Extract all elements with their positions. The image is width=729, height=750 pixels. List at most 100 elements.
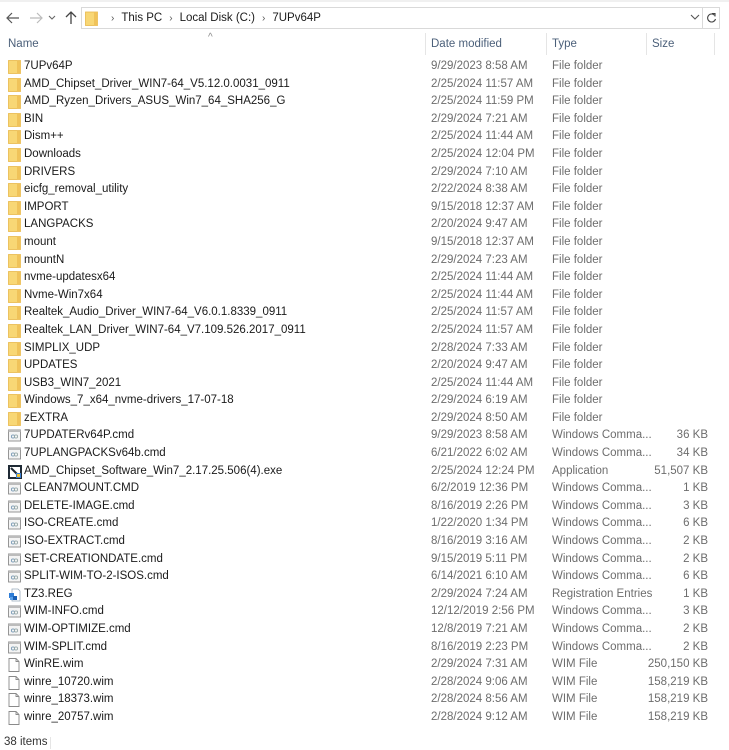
file-row[interactable]: CLEAN7MOUNT.CMD 6/2/2019 12:36 PM Windows …: [0, 480, 729, 498]
file-type: Windows Comma...: [552, 535, 652, 548]
breadcrumb-this-pc[interactable]: This PC: [121, 12, 162, 24]
folder-row[interactable]: Realtek_Audio_Driver_WIN7-64_V6.0.1.8339…: [0, 304, 729, 322]
refresh-icon: [706, 12, 716, 23]
folder-row[interactable]: mount 9/15/2018 12:37 AM File folder: [0, 234, 729, 252]
generic-file-icon: [8, 658, 21, 673]
back-button[interactable]: [4, 8, 22, 28]
folder-row[interactable]: UPDATES 2/20/2024 9:47 AM File folder: [0, 357, 729, 375]
folder-row[interactable]: AMD_Chipset_Driver_WIN7-64_V5.12.0.0031_…: [0, 76, 729, 94]
file-row[interactable]: winre_10720.wim 2/28/2024 9:06 AM WIM File…: [0, 674, 729, 692]
forward-button[interactable]: [27, 8, 45, 28]
folder-row[interactable]: SIMPLIX_UDP 2/28/2024 7:33 AM File folder: [0, 340, 729, 358]
folder-row[interactable]: LANGPACKS 2/20/2024 9:47 AM File folder: [0, 216, 729, 234]
file-row[interactable]: DELETE-IMAGE.cmd 8/16/2019 2:26 PM Windows…: [0, 498, 729, 516]
file-date-modified: 2/25/2024 11:44 AM: [431, 376, 534, 389]
file-date-modified: 8/16/2019 3:16 AM: [431, 535, 528, 548]
folder-row[interactable]: BIN 2/29/2024 7:21 AM File folder: [0, 111, 729, 129]
file-name: zEXTRA: [24, 411, 69, 424]
column-divider[interactable]: [425, 33, 426, 55]
registry-file-icon: [8, 588, 21, 602]
file-type: File folder: [552, 288, 603, 301]
file-size: 36 KB: [676, 429, 708, 442]
file-type: Application: [552, 464, 609, 477]
file-name: Realtek_LAN_Driver_WIN7-64_V7.109.526.20…: [24, 323, 306, 336]
file-type: Windows Comma...: [552, 605, 652, 618]
arrow-up-icon: [65, 11, 77, 24]
file-type: Windows Comma...: [552, 482, 652, 495]
file-row[interactable]: WIM-INFO.cmd 12/12/2019 2:56 PM Windows Co…: [0, 603, 729, 621]
column-divider[interactable]: [714, 33, 715, 55]
column-size[interactable]: Size: [652, 38, 674, 50]
folder-row[interactable]: 7UPv64P 9/29/2023 8:58 AM File folder: [0, 58, 729, 76]
file-name: 7UPDATERv64P.cmd: [24, 429, 135, 442]
folder-row[interactable]: zEXTRA 2/29/2024 8:50 AM File folder: [0, 410, 729, 428]
file-date-modified: 9/15/2019 5:11 PM: [431, 552, 528, 565]
folder-row[interactable]: Downloads 2/25/2024 12:04 PM File folder: [0, 146, 729, 164]
file-row[interactable]: WinRE.wim 2/29/2024 7:31 AM WIM File 250,15…: [0, 656, 729, 674]
folder-row[interactable]: IMPORT 9/15/2018 12:37 AM File folder: [0, 199, 729, 217]
file-type: File folder: [552, 235, 603, 248]
file-type: File folder: [552, 165, 603, 178]
recent-locations-button[interactable]: [46, 8, 58, 28]
file-row[interactable]: AMD_Chipset_Software_Win7_2.17.25.506(4)…: [0, 463, 729, 481]
file-row[interactable]: WIM-SPLIT.cmd 8/16/2019 2:23 PM Windows Co…: [0, 639, 729, 657]
folder-row[interactable]: AMD_Ryzen_Drivers_ASUS_Win7_64_SHA256_G 2…: [0, 93, 729, 111]
folder-icon: [8, 77, 21, 92]
breadcrumb-local-disk[interactable]: Local Disk (C:): [180, 12, 255, 24]
command-script-icon: [8, 517, 21, 531]
column-name[interactable]: Name: [8, 38, 39, 50]
folder-row[interactable]: Nvme-Win7x64 2/25/2024 11:44 AM File folde…: [0, 287, 729, 305]
file-row[interactable]: winre_20757.wim 2/28/2024 9:12 AM WIM File…: [0, 709, 729, 727]
folder-icon: [8, 341, 21, 356]
chevron-down-icon: [48, 15, 56, 20]
command-script-icon: [8, 500, 21, 514]
file-row[interactable]: SPLIT-WIM-TO-2-ISOS.cmd 6/14/2021 6:10 AM…: [0, 568, 729, 586]
command-script-icon: [8, 641, 21, 655]
column-type[interactable]: Type: [552, 38, 577, 50]
column-header: ^ Name Date modified Type Size: [0, 32, 729, 56]
file-type: WIM File: [552, 675, 598, 688]
file-name: SIMPLIX_UDP: [24, 341, 101, 354]
file-row[interactable]: 7UPDATERv64P.cmd 9/29/2023 8:58 AM Windows…: [0, 427, 729, 445]
refresh-button[interactable]: [703, 7, 720, 29]
folder-icon: [8, 95, 21, 110]
file-name: winre_20757.wim: [24, 710, 114, 723]
file-size: 1 KB: [683, 587, 708, 600]
column-divider[interactable]: [646, 33, 647, 55]
file-row[interactable]: 7UPLANGPACKSv64b.cmd 6/21/2022 6:02 AM Win…: [0, 445, 729, 463]
file-row[interactable]: ISO-EXTRACT.cmd 8/16/2019 3:16 AM Windows …: [0, 533, 729, 551]
file-size: 2 KB: [683, 640, 708, 653]
folder-icon: [8, 236, 21, 250]
file-name: WIM-OPTIMIZE.cmd: [24, 623, 131, 635]
column-date-modified[interactable]: Date modified: [431, 38, 502, 50]
folder-row[interactable]: nvme-updatesx64 2/25/2024 11:44 AM File fo…: [0, 269, 729, 287]
file-date-modified: 2/29/2024 7:24 AM: [431, 587, 528, 600]
folder-row[interactable]: USB3_WIN7_2021 2/25/2024 11:44 AM File fol…: [0, 375, 729, 393]
address-bar[interactable]: › This PC › Local Disk (C:) › 7UPv64P: [81, 7, 703, 29]
command-script-icon: [8, 429, 21, 443]
file-size: 158,219 KB: [647, 710, 708, 723]
folder-row[interactable]: Windows_7_x64_nvme-drivers_17-07-18 2/29/…: [0, 392, 729, 410]
folder-row[interactable]: Dism++ 2/25/2024 11:44 AM File folder: [0, 128, 729, 146]
column-divider[interactable]: [546, 33, 547, 55]
folder-row[interactable]: mountN 2/29/2024 7:23 AM File folder: [0, 252, 729, 270]
file-row[interactable]: SET-CREATIONDATE.cmd 9/15/2019 5:11 PM Win…: [0, 551, 729, 569]
up-button[interactable]: [62, 8, 80, 28]
folder-icon: [8, 60, 21, 74]
file-name: TZ3.REG: [24, 587, 73, 600]
file-date-modified: 2/28/2024 9:06 AM: [431, 675, 528, 688]
address-dropdown-button[interactable]: [690, 11, 700, 26]
folder-row[interactable]: eicfg_removal_utility 2/22/2024 8:38 AM Fi…: [0, 181, 729, 199]
folder-row[interactable]: DRIVERS 2/29/2024 7:10 AM File folder: [0, 164, 729, 182]
file-date-modified: 1/22/2020 1:34 PM: [431, 517, 529, 530]
file-row[interactable]: winre_18373.wim 2/28/2024 8:56 AM WIM File…: [0, 691, 729, 709]
status-divider: [50, 737, 51, 749]
file-row[interactable]: WIM-OPTIMIZE.cmd 12/8/2019 7:21 AM Windows…: [0, 621, 729, 639]
file-row[interactable]: TZ3.REG 2/29/2024 7:24 AM Registration Ent…: [0, 586, 729, 604]
folder-row[interactable]: Realtek_LAN_Driver_WIN7-64_V7.109.526.20…: [0, 322, 729, 340]
file-name: DELETE-IMAGE.cmd: [24, 499, 135, 512]
file-date-modified: 2/25/2024 11:57 AM: [431, 323, 534, 336]
file-row[interactable]: ISO-CREATE.cmd 1/22/2020 1:34 PM Windows C…: [0, 515, 729, 533]
breadcrumb-current-folder[interactable]: 7UPv64P: [272, 12, 321, 24]
folder-icon: [8, 288, 21, 303]
